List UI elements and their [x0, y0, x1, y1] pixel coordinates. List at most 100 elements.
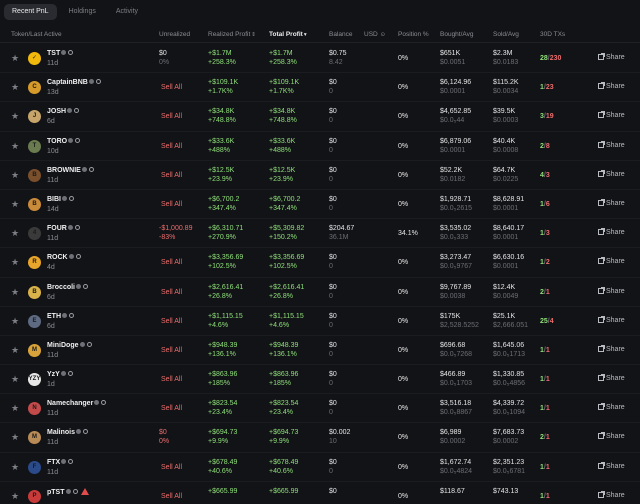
sell-all-button[interactable]: Sell All: [161, 404, 182, 413]
star-icon[interactable]: ★: [11, 404, 20, 413]
token-name[interactable]: Namechanger: [47, 400, 107, 407]
sell-all-button[interactable]: Sell All: [161, 112, 182, 121]
sell-all-button[interactable]: Sell All: [161, 288, 182, 297]
star-icon[interactable]: ★: [11, 316, 20, 326]
table-row[interactable]: ★ B BIBI 14d Sell All +$6,700.2 +347.4% …: [0, 190, 640, 220]
search-icon[interactable]: [101, 400, 107, 406]
table-row[interactable]: ★ J JOSH 6d Sell All +$34.8K +748.8% +$3…: [0, 102, 640, 132]
share-button[interactable]: Share: [598, 315, 625, 324]
star-icon[interactable]: ★: [11, 141, 20, 151]
share-button[interactable]: Share: [598, 53, 625, 61]
share-button[interactable]: Share: [598, 82, 625, 90]
search-icon[interactable]: [95, 79, 101, 85]
star-icon[interactable]: ★: [11, 170, 20, 180]
sell-all-button[interactable]: Sell All: [161, 142, 182, 151]
header-bought[interactable]: Bought/Avg: [440, 31, 474, 38]
search-icon[interactable]: [68, 50, 74, 55]
share-button[interactable]: Share: [598, 344, 625, 353]
token-name[interactable]: Broccoli: [47, 283, 89, 291]
search-icon[interactable]: [69, 195, 74, 201]
star-icon[interactable]: ★: [11, 462, 20, 472]
search-icon[interactable]: [72, 488, 78, 494]
token-name[interactable]: FOUR: [47, 225, 80, 232]
share-button[interactable]: Share: [598, 228, 625, 236]
token-name[interactable]: TST: [47, 50, 74, 57]
star-icon[interactable]: ★: [11, 491, 20, 501]
star-icon[interactable]: ★: [11, 258, 20, 267]
token-name[interactable]: ROCK: [47, 254, 81, 261]
search-icon[interactable]: [75, 254, 81, 260]
header-unrealized[interactable]: Unrealized: [159, 31, 190, 38]
token-name[interactable]: MiniDoge: [47, 341, 92, 349]
star-icon[interactable]: ★: [11, 83, 20, 92]
star-icon[interactable]: ★: [11, 54, 20, 63]
header-balance[interactable]: Balance: [329, 31, 353, 38]
search-icon[interactable]: [74, 108, 80, 114]
token-name[interactable]: BROWNIE: [47, 166, 94, 174]
tab-holdings[interactable]: Holdings: [61, 4, 104, 20]
tab-activity[interactable]: Activity: [108, 4, 146, 20]
share-button[interactable]: Share: [598, 374, 625, 382]
search-icon[interactable]: [74, 225, 80, 231]
share-button[interactable]: Share: [598, 490, 625, 499]
sell-all-button[interactable]: Sell All: [161, 463, 182, 472]
table-row[interactable]: ★ N Namechanger 11d Sell All +$823.54 +2…: [0, 394, 640, 424]
search-icon[interactable]: [68, 458, 74, 464]
table-row[interactable]: ★ B Broccoli 6d Sell All +$2,616.41 +26.…: [0, 278, 640, 307]
share-button[interactable]: Share: [598, 403, 625, 411]
table-row[interactable]: ★ R ROCK 4d Sell All +$3,356.69 +102.5% …: [0, 248, 640, 278]
header-usd[interactable]: USD ⊙: [364, 31, 385, 38]
table-row[interactable]: ★ YZY YzY 1d Sell All +$863.96 +185% +$8…: [0, 365, 640, 395]
star-icon[interactable]: ★: [11, 433, 20, 442]
sell-all-button[interactable]: Sell All: [161, 492, 182, 501]
table-row[interactable]: ★ F FTX 11d Sell All +$678.49 +40.6% +$6…: [0, 453, 640, 482]
token-name[interactable]: JOSH: [47, 108, 80, 115]
header-sold[interactable]: Sold/Avg: [493, 31, 519, 38]
share-button[interactable]: Share: [598, 286, 625, 295]
share-button[interactable]: Share: [598, 461, 625, 470]
table-row[interactable]: ★ C CaptainBNB 13d Sell All +$109.1K +1.…: [0, 73, 640, 103]
search-icon[interactable]: [83, 283, 89, 289]
header-total[interactable]: Total Profit▾: [269, 31, 307, 38]
token-name[interactable]: ETH: [47, 312, 74, 320]
header-realized[interactable]: Realized Profit⇕: [208, 31, 256, 38]
share-button[interactable]: Share: [598, 198, 625, 207]
star-icon[interactable]: ★: [11, 112, 20, 121]
search-icon[interactable]: [83, 429, 89, 435]
star-icon[interactable]: ★: [11, 375, 20, 384]
search-icon[interactable]: [86, 341, 92, 347]
table-row[interactable]: ★ P pTST Sell All +$665.99 +$665.99 $0 0…: [0, 482, 640, 504]
sell-all-button[interactable]: Sell All: [161, 258, 182, 267]
table-row[interactable]: ★ ✓ TST 11d $0 0% +$1.7M +258.3% +$1.7M …: [0, 44, 640, 74]
sell-all-button[interactable]: Sell All: [161, 200, 182, 209]
token-name[interactable]: TORO: [47, 137, 81, 145]
star-icon[interactable]: ★: [11, 229, 20, 238]
share-button[interactable]: Share: [598, 257, 625, 265]
sell-all-button[interactable]: Sell All: [161, 83, 182, 92]
share-button[interactable]: Share: [598, 169, 625, 178]
table-row[interactable]: ★ M Malinois 11d $0 0% +$694.73 +9.9% +$…: [0, 423, 640, 453]
token-name[interactable]: Malinois: [47, 429, 89, 436]
header-position[interactable]: Position %: [398, 31, 429, 38]
share-button[interactable]: Share: [598, 111, 625, 119]
token-name[interactable]: pTST: [47, 487, 89, 496]
sell-all-button[interactable]: Sell All: [161, 375, 182, 384]
sell-all-button[interactable]: Sell All: [161, 346, 182, 355]
search-icon[interactable]: [67, 371, 73, 377]
token-name[interactable]: CaptainBNB: [47, 79, 101, 86]
table-row[interactable]: ★ E ETH 6d Sell All +$1,115.15 +4.6% +$1…: [0, 307, 640, 336]
header-30d-txs[interactable]: 30D TXs: [540, 31, 565, 38]
table-row[interactable]: ★ B BROWNIE 11d Sell All +$12.5K +23.9% …: [0, 161, 640, 190]
header-token[interactable]: Token/Last Active: [11, 31, 62, 38]
search-icon[interactable]: [69, 312, 74, 318]
star-icon[interactable]: ★: [11, 345, 20, 355]
sell-all-button[interactable]: Sell All: [161, 317, 182, 326]
search-icon[interactable]: [75, 137, 81, 143]
token-name[interactable]: FTX: [47, 458, 74, 466]
tab-recent-pnl[interactable]: Recent PnL: [4, 4, 57, 20]
share-button[interactable]: Share: [598, 140, 625, 149]
table-row[interactable]: ★ T TORO 10d Sell All +$33.6K +488% +$33…: [0, 132, 640, 161]
token-name[interactable]: YzY: [47, 371, 73, 378]
star-icon[interactable]: ★: [11, 287, 20, 297]
sell-all-button[interactable]: Sell All: [161, 171, 182, 180]
